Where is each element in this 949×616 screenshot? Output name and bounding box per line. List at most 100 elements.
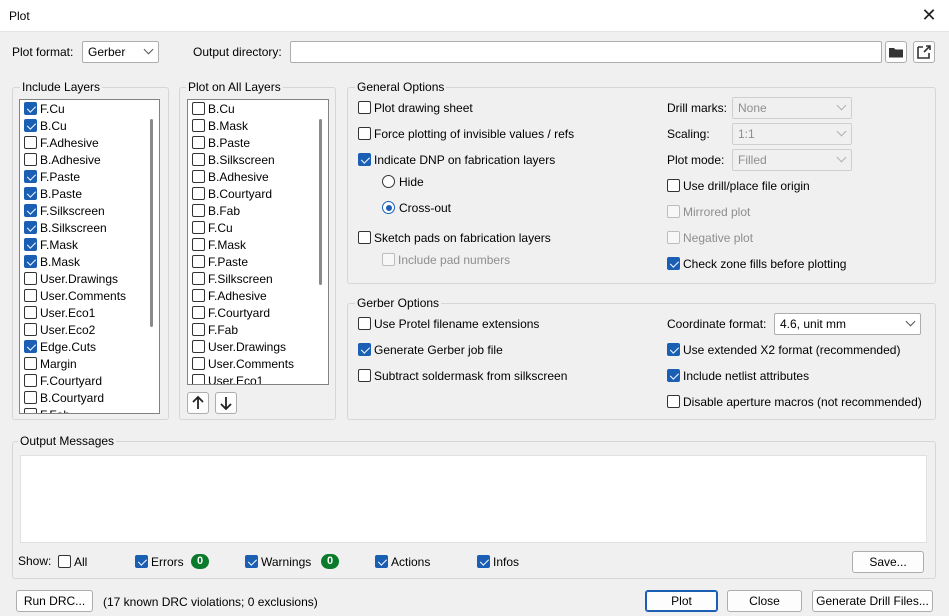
layer-list-item[interactable]: User.Comments <box>192 357 294 374</box>
show-actions-checkbox[interactable]: Actions <box>375 555 430 571</box>
layer-label: User.Eco1 <box>208 374 264 385</box>
layer-list-item[interactable]: F.Cu <box>24 102 65 119</box>
show-warnings-checkbox[interactable]: Warnings <box>245 555 311 571</box>
layer-list-item[interactable]: User.Eco1 <box>192 374 264 385</box>
layer-list-item[interactable]: F.Cu <box>192 221 233 238</box>
generate-drill-files-button[interactable]: Generate Drill Files... <box>812 590 933 612</box>
checkbox-box <box>667 395 680 408</box>
layer-label: F.Silkscreen <box>40 204 105 218</box>
move-down-button[interactable] <box>215 392 237 414</box>
layer-list-item[interactable]: F.Mask <box>192 238 246 255</box>
save-messages-button[interactable]: Save... <box>852 551 924 573</box>
arrow-up-icon <box>192 395 204 409</box>
radio-label: Cross-out <box>399 201 452 215</box>
plot-format-select[interactable]: Gerber <box>82 41 159 63</box>
layer-list-item[interactable]: F.Paste <box>24 170 80 187</box>
plot-mode-select[interactable]: Filled <box>732 149 852 171</box>
sketch-pads-checkbox[interactable]: Sketch pads on fabrication layers <box>358 231 551 247</box>
layer-list-item[interactable]: B.Adhesive <box>24 153 101 170</box>
layer-list-item[interactable]: F.Fab <box>24 408 70 413</box>
layer-list-item[interactable]: B.Courtyard <box>24 391 104 408</box>
show-all-checkbox[interactable]: All <box>58 555 87 571</box>
plot-all-layers-list[interactable]: B.Cu B.Mask B.Paste B.Silkscreen B.Adhesive B… <box>187 99 329 385</box>
layer-list-item[interactable]: User.Drawings <box>24 272 118 289</box>
layer-list-item[interactable]: F.Fab <box>192 323 238 340</box>
show-errors-checkbox[interactable]: Errors <box>135 555 184 571</box>
layer-list-item[interactable]: User.Comments <box>24 289 126 306</box>
plot-drawing-sheet-checkbox[interactable]: Plot drawing sheet <box>358 101 473 117</box>
include-pad-numbers-checkbox[interactable]: Include pad numbers <box>382 253 510 269</box>
open-directory-button[interactable] <box>913 41 935 63</box>
general-options-title: General Options <box>355 80 447 94</box>
checkbox-box <box>24 238 37 251</box>
layer-list-item[interactable]: B.Paste <box>192 136 250 153</box>
layer-list-item[interactable]: F.Silkscreen <box>24 204 105 221</box>
layer-list-item[interactable]: F.Adhesive <box>24 136 99 153</box>
show-infos-checkbox[interactable]: Infos <box>477 555 519 571</box>
chevron-down-icon <box>905 316 916 327</box>
coordinate-format-select[interactable]: 4.6, unit mm <box>774 313 921 335</box>
netlist-attributes-checkbox[interactable]: Include netlist attributes <box>667 369 809 385</box>
scrollbar-thumb[interactable] <box>319 119 322 285</box>
layer-list-item[interactable]: F.Adhesive <box>192 289 267 306</box>
layer-list-item[interactable]: F.Courtyard <box>24 374 102 391</box>
output-messages-title: Output Messages <box>18 434 117 448</box>
plot-button[interactable]: Plot <box>645 590 718 612</box>
layer-list-item[interactable]: B.Cu <box>192 102 235 119</box>
checkbox-box <box>24 357 37 370</box>
extended-x2-checkbox[interactable]: Use extended X2 format (recommended) <box>667 343 900 359</box>
checkbox-box <box>24 119 37 132</box>
checkbox-label: Infos <box>493 555 520 569</box>
layer-list-item[interactable]: B.Courtyard <box>192 187 272 204</box>
indicate-dnp-checkbox[interactable]: Indicate DNP on fabrication layers <box>358 153 555 169</box>
include-layers-list[interactable]: F.Cu B.Cu F.Adhesive B.Adhesive F.Paste B.Pas… <box>19 99 160 414</box>
layer-list-item[interactable]: B.Fab <box>192 204 240 221</box>
layer-list-item[interactable]: User.Eco1 <box>24 306 95 323</box>
layer-label: F.Silkscreen <box>208 272 273 286</box>
layer-list-item[interactable]: B.Mask <box>24 255 80 272</box>
close-button[interactable]: Close <box>727 590 802 612</box>
layer-list-item[interactable]: F.Paste <box>192 255 248 272</box>
output-directory-input[interactable] <box>290 41 882 63</box>
mirrored-plot-checkbox[interactable]: Mirrored plot <box>667 205 750 221</box>
browse-folder-button[interactable] <box>885 41 907 63</box>
dnp-hide-radio[interactable]: Hide <box>382 175 424 191</box>
layer-list-item[interactable]: B.Adhesive <box>192 170 269 187</box>
protel-extensions-checkbox[interactable]: Use Protel filename extensions <box>358 317 539 333</box>
drill-marks-select[interactable]: None <box>732 97 852 119</box>
layer-label: F.Mask <box>40 238 79 252</box>
layer-list-item[interactable]: User.Drawings <box>192 340 286 357</box>
scrollbar-thumb[interactable] <box>150 119 153 327</box>
layer-list-item[interactable]: F.Courtyard <box>192 306 270 323</box>
layer-list-item[interactable]: B.Cu <box>24 119 67 136</box>
layer-list-item[interactable]: Margin <box>24 357 77 374</box>
checkbox-box <box>24 255 37 268</box>
layer-label: B.Adhesive <box>40 153 101 167</box>
layer-list-item[interactable]: B.Mask <box>192 119 248 136</box>
use-drill-origin-checkbox[interactable]: Use drill/place file origin <box>667 179 810 195</box>
dnp-cross-out-radio[interactable]: Cross-out <box>382 201 451 217</box>
layer-list-item[interactable]: B.Paste <box>24 187 82 204</box>
checkbox-box <box>192 340 205 353</box>
layer-list-item[interactable]: F.Silkscreen <box>192 272 273 289</box>
negative-plot-checkbox[interactable]: Negative plot <box>667 231 753 247</box>
layer-list-item[interactable]: F.Mask <box>24 238 78 255</box>
layer-list-item[interactable]: B.Silkscreen <box>192 153 275 170</box>
scaling-select[interactable]: 1:1 <box>732 123 852 145</box>
layer-list-item[interactable]: User.Eco2 <box>24 323 95 340</box>
force-invisible-checkbox[interactable]: Force plotting of invisible values / ref… <box>358 127 574 143</box>
run-drc-button[interactable]: Run DRC... <box>16 590 93 612</box>
drc-status-text: (17 known DRC violations; 0 exclusions) <box>103 595 318 609</box>
move-up-button[interactable] <box>187 392 209 414</box>
subtract-soldermask-checkbox[interactable]: Subtract soldermask from silkscreen <box>358 369 567 385</box>
output-messages-area[interactable] <box>20 455 927 543</box>
check-zone-fills-checkbox[interactable]: Check zone fills before plotting <box>667 257 846 273</box>
gerber-job-file-checkbox[interactable]: Generate Gerber job file <box>358 343 503 359</box>
close-icon[interactable]: ✕ <box>919 5 939 25</box>
layer-list-item[interactable]: B.Silkscreen <box>24 221 107 238</box>
disable-aperture-macros-checkbox[interactable]: Disable aperture macros (not recommended… <box>667 395 922 411</box>
checkbox-box <box>24 187 37 200</box>
layer-list-item[interactable]: Edge.Cuts <box>24 340 96 357</box>
checkbox-box <box>358 101 371 114</box>
layer-label: Edge.Cuts <box>40 340 97 354</box>
